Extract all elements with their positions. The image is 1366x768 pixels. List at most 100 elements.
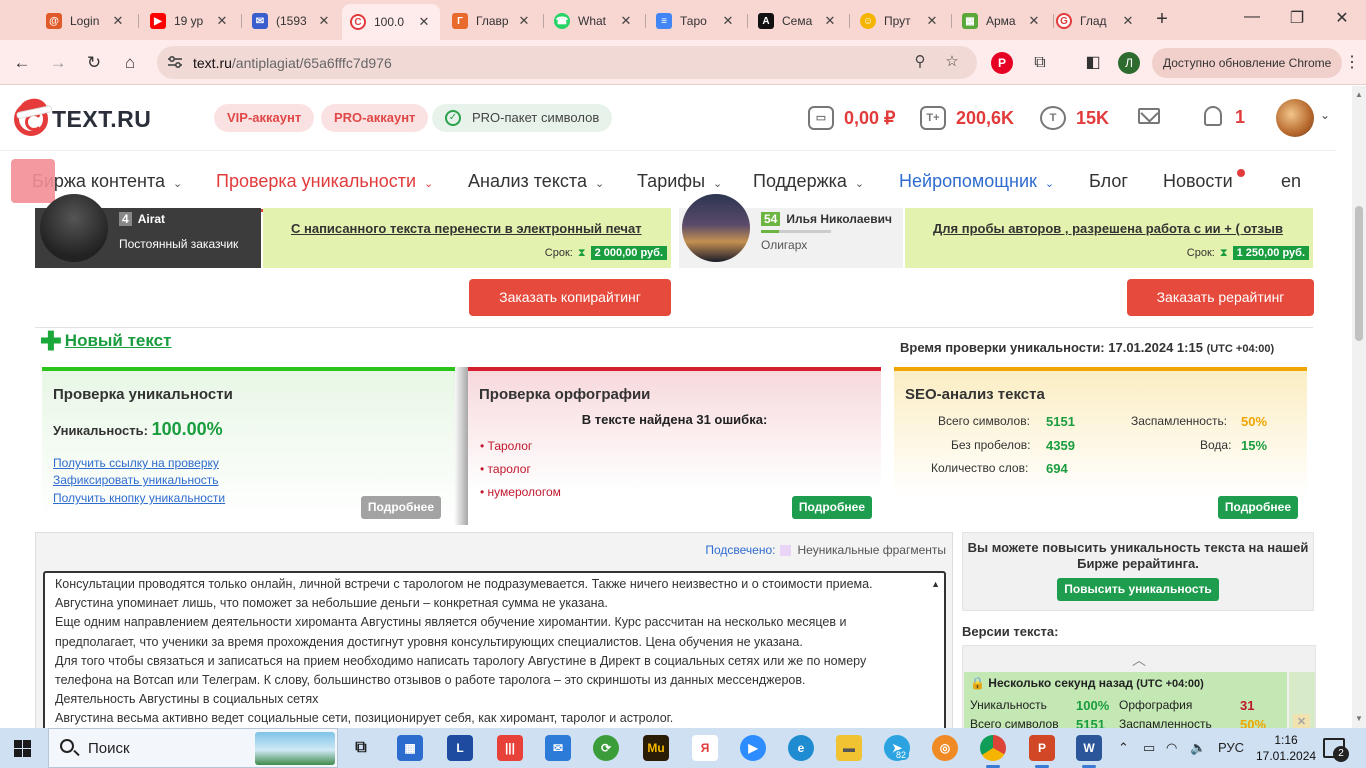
wifi-icon[interactable]: ◠ bbox=[1166, 740, 1177, 756]
forward-icon[interactable]: → bbox=[47, 52, 69, 74]
tab-youtube[interactable]: ▶ 19 ур ✕ bbox=[142, 6, 238, 36]
tab-whatsapp[interactable]: ☎ What ✕ bbox=[546, 6, 642, 36]
vpn-icon[interactable]: ◎ bbox=[932, 735, 958, 761]
edge-icon[interactable]: e bbox=[788, 735, 814, 761]
close-icon[interactable]: ✕ bbox=[1120, 13, 1136, 29]
close-icon[interactable]: ✕ bbox=[416, 14, 432, 30]
seo-details-button[interactable]: Подробнее bbox=[1217, 496, 1298, 519]
notification-center-icon[interactable]: 2 bbox=[1323, 738, 1349, 762]
tab-textru[interactable]: C 100.0 ✕ bbox=[342, 4, 440, 40]
spelling-error[interactable]: • таролог bbox=[480, 462, 531, 476]
order-banner-right[interactable]: Для пробы авторов , разрешена работа с и… bbox=[905, 208, 1313, 268]
order-banner-left[interactable]: С написанного текста перенести в электро… bbox=[263, 208, 671, 268]
l-app-icon[interactable]: L bbox=[447, 735, 473, 761]
order-copywriting-button[interactable]: Заказать копирайтинг bbox=[469, 279, 671, 316]
word-icon[interactable]: W bbox=[1076, 735, 1102, 768]
file-explorer-icon[interactable]: ▬ bbox=[836, 735, 862, 761]
scroll-up-icon[interactable]: ▲ bbox=[931, 575, 940, 594]
spelling-error[interactable]: • Таролог bbox=[480, 439, 532, 453]
order-rewriting-button[interactable]: Заказать рерайтинг bbox=[1127, 279, 1314, 316]
textru-logo[interactable]: TEXT.RU bbox=[14, 96, 151, 136]
order-link[interactable]: С написанного текста перенести в электро… bbox=[291, 221, 669, 236]
version-item[interactable]: 🔒 Несколько секунд назад (UTC +04:00) Ун… bbox=[964, 672, 1287, 728]
chevron-up-icon[interactable]: ︿ bbox=[963, 650, 1315, 670]
muse-icon[interactable]: Mu bbox=[643, 735, 669, 761]
customer-card-left[interactable]: 4 Airat Постоянный заказчик bbox=[35, 194, 261, 268]
new-tab-button[interactable]: + bbox=[1150, 8, 1174, 32]
restore-icon[interactable]: ❐ bbox=[1285, 8, 1309, 28]
bell-icon[interactable] bbox=[1204, 106, 1222, 126]
green-app-icon[interactable]: ⟳ bbox=[593, 735, 619, 761]
nav-uniqueness-check[interactable]: Проверка уникальности ⌄ bbox=[216, 171, 433, 192]
bookmark-star-icon[interactable]: ☆ bbox=[943, 53, 961, 71]
close-icon[interactable]: ✕ bbox=[110, 13, 126, 29]
side-panel-icon[interactable]: ◧ bbox=[1082, 52, 1104, 74]
address-bar[interactable]: text.ru/antiplagiat/65a6fffc7d976 ⚲ ☆ bbox=[157, 46, 977, 79]
symbols-balance[interactable]: T+ 200,6K bbox=[920, 104, 1014, 132]
scrollbar-thumb[interactable] bbox=[1355, 206, 1363, 341]
minimize-icon[interactable]: — bbox=[1240, 8, 1264, 26]
taskbar-search[interactable]: Поиск bbox=[48, 728, 338, 768]
store-icon[interactable]: ▦ bbox=[397, 735, 423, 761]
nav-text-analysis[interactable]: Анализ текста ⌄ bbox=[468, 171, 604, 192]
windows-start-icon[interactable] bbox=[14, 740, 31, 757]
customer-card-right[interactable]: 54 Илья Николаевич Олигарх bbox=[679, 194, 903, 268]
chevron-up-icon[interactable]: ⌃ bbox=[1118, 740, 1129, 756]
zoom-icon[interactable]: ⚲ bbox=[911, 53, 929, 71]
tab-login[interactable]: @ Login ✕ bbox=[38, 6, 134, 36]
uniqueness-details-button[interactable]: Подробнее bbox=[360, 496, 441, 519]
page-scrollbar[interactable]: ▲ ▼ bbox=[1352, 86, 1366, 728]
task-view-icon[interactable]: ⧉ bbox=[348, 735, 374, 761]
nav-tariffs[interactable]: Тарифы ⌄ bbox=[637, 171, 722, 192]
clock[interactable]: 1:16 17.01.2024 bbox=[1256, 732, 1316, 764]
nav-language-en[interactable]: en bbox=[1281, 171, 1301, 192]
close-icon[interactable]: ✕ bbox=[924, 13, 940, 29]
spelling-details-button[interactable]: Подробнее bbox=[791, 496, 872, 519]
balance[interactable]: ▭ 0,00 ₽ bbox=[808, 104, 896, 132]
language-indicator[interactable]: РУС bbox=[1218, 740, 1244, 755]
chrome-update-button[interactable]: Доступно обновление Chrome bbox=[1152, 48, 1342, 78]
mail-app-icon[interactable]: ✉ bbox=[545, 735, 571, 761]
user-avatar[interactable] bbox=[1276, 99, 1314, 137]
delete-version-icon[interactable]: ✕ bbox=[1293, 714, 1310, 728]
pro-package-button[interactable]: ✓ PRO-пакет символов bbox=[432, 104, 613, 132]
nav-neuro-assistant[interactable]: Нейропомощник ⌄ bbox=[899, 171, 1054, 192]
checked-text-area[interactable]: Консультации проводятся только онлайн, л… bbox=[43, 571, 946, 728]
pro-account-button[interactable]: PRO-аккаунт bbox=[321, 104, 429, 132]
chevron-down-icon[interactable]: ⌄ bbox=[1320, 108, 1330, 122]
close-icon[interactable]: ✕ bbox=[516, 13, 532, 29]
extensions-icon[interactable]: ⧉ bbox=[1029, 52, 1051, 74]
tab-arma[interactable]: ▦ Арма ✕ bbox=[954, 6, 1050, 36]
spelling-error[interactable]: • нумерологом bbox=[480, 485, 561, 499]
messages-icon[interactable] bbox=[1138, 108, 1160, 124]
get-uniqueness-button-link[interactable]: Получить кнопку уникальности bbox=[53, 491, 225, 505]
nav-news[interactable]: Новости bbox=[1163, 171, 1233, 192]
back-icon[interactable]: ← bbox=[11, 52, 33, 74]
increase-uniqueness-button[interactable]: Повысить уникальность bbox=[1057, 578, 1219, 601]
zoom-app-icon[interactable]: ▶ bbox=[740, 735, 766, 761]
pinterest-icon[interactable]: P bbox=[991, 52, 1013, 74]
volume-icon[interactable]: 🔈 bbox=[1190, 740, 1206, 756]
home-icon[interactable]: ⌂ bbox=[119, 52, 141, 74]
order-link[interactable]: Для пробы авторов , разрешена работа с и… bbox=[933, 221, 1309, 236]
nav-blog[interactable]: Блог bbox=[1089, 171, 1128, 192]
yandex-browser-icon[interactable]: Я bbox=[692, 735, 718, 761]
battery-icon[interactable]: ▭ bbox=[1143, 740, 1155, 756]
close-icon[interactable]: ✕ bbox=[618, 13, 634, 29]
get-check-link[interactable]: Получить ссылку на проверку bbox=[53, 456, 219, 470]
close-icon[interactable]: ✕ bbox=[720, 13, 736, 29]
tab-glavred[interactable]: Г Главр ✕ bbox=[444, 6, 540, 36]
close-window-icon[interactable]: ✕ bbox=[1330, 8, 1354, 28]
red-app-icon[interactable]: ||| bbox=[497, 735, 523, 761]
tab-email[interactable]: ✉ (1593 ✕ bbox=[244, 6, 340, 36]
profile-avatar[interactable]: Л bbox=[1118, 52, 1140, 74]
menu-icon[interactable]: ⋮ bbox=[1344, 52, 1360, 72]
tab-advego[interactable]: A Сема ✕ bbox=[750, 6, 846, 36]
powerpoint-icon[interactable]: P bbox=[1029, 735, 1055, 768]
site-settings-icon[interactable] bbox=[167, 54, 183, 70]
close-icon[interactable]: ✕ bbox=[1026, 13, 1042, 29]
vip-account-button[interactable]: VIP-аккаунт bbox=[214, 104, 315, 132]
new-text-link[interactable]: ✚ Новый текст bbox=[40, 328, 171, 354]
nav-support[interactable]: Поддержка ⌄ bbox=[753, 171, 864, 192]
tab-prutik[interactable]: ☺ Прут ✕ bbox=[852, 6, 948, 36]
